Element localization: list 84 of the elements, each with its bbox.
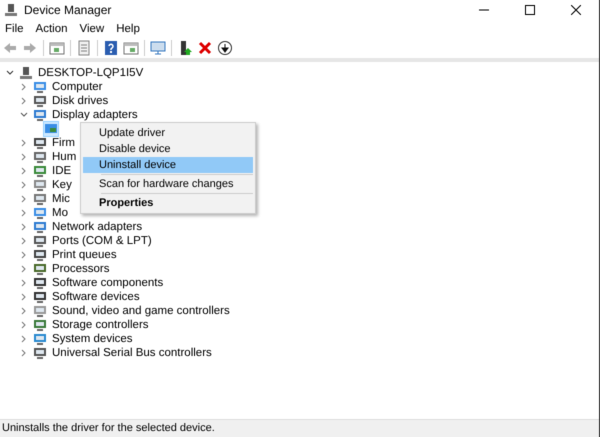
menu-item[interactable]: Update driver bbox=[83, 125, 253, 141]
expand-chevron-icon[interactable] bbox=[20, 349, 28, 357]
menu-item[interactable]: Scan for hardware changes bbox=[83, 176, 253, 192]
device-icon bbox=[33, 276, 47, 290]
device-manager-icon bbox=[4, 3, 18, 17]
menu-item[interactable]: File bbox=[5, 23, 24, 35]
computer-icon bbox=[19, 66, 33, 80]
tree-item[interactable]: Software components bbox=[52, 276, 164, 290]
tree-item[interactable]: IDE bbox=[52, 164, 72, 178]
tree-item[interactable]: Ports (COM & LPT) bbox=[52, 234, 152, 248]
status-bar: Uninstalls the driver for the selected device. bbox=[0, 419, 599, 437]
tree-item[interactable]: Storage controllers bbox=[52, 318, 149, 332]
expand-chevron-icon[interactable] bbox=[20, 195, 28, 203]
monitor-icon[interactable] bbox=[150, 40, 166, 56]
expand-chevron-icon[interactable] bbox=[20, 279, 28, 287]
device-icon bbox=[33, 150, 47, 164]
tree-item[interactable]: Software devices bbox=[52, 290, 140, 304]
tree-item[interactable]: Network adapters bbox=[52, 220, 142, 234]
expand-chevron-icon[interactable] bbox=[20, 265, 28, 273]
tree-item[interactable]: Universal Serial Bus controllers bbox=[52, 346, 212, 360]
window-icon[interactable] bbox=[123, 40, 139, 56]
tree-item[interactable]: Computer bbox=[52, 80, 102, 94]
menu-item[interactable]: Help bbox=[116, 23, 140, 35]
device-icon bbox=[33, 80, 47, 94]
tree-item[interactable]: System devices bbox=[52, 332, 133, 346]
expand-chevron-icon[interactable] bbox=[20, 97, 28, 105]
expand-chevron-icon[interactable] bbox=[20, 321, 28, 329]
tree-item[interactable]: Print queues bbox=[52, 248, 117, 262]
tree-item[interactable]: Hum bbox=[52, 150, 76, 164]
tree-item[interactable]: DESKTOP-LQP1I5V bbox=[38, 66, 144, 80]
close-icon bbox=[571, 5, 581, 15]
window-icon[interactable] bbox=[49, 40, 65, 56]
close-icon[interactable] bbox=[197, 40, 213, 56]
collapse-chevron-icon[interactable] bbox=[20, 111, 28, 119]
tree-item[interactable]: Firm bbox=[52, 136, 75, 150]
expand-chevron-icon[interactable] bbox=[20, 153, 28, 161]
menu-item[interactable]: Uninstall device bbox=[83, 157, 253, 173]
tree-item[interactable]: Sound, video and game controllers bbox=[52, 304, 230, 318]
expand-chevron-icon[interactable] bbox=[20, 83, 28, 91]
device-icon bbox=[33, 290, 47, 304]
device-icon bbox=[33, 94, 47, 108]
tree-item[interactable]: Processors bbox=[52, 262, 110, 276]
device-icon bbox=[33, 192, 47, 206]
forward-icon[interactable] bbox=[22, 40, 38, 56]
expand-chevron-icon[interactable] bbox=[20, 307, 28, 315]
document-icon[interactable] bbox=[76, 40, 92, 56]
device-icon bbox=[33, 164, 47, 178]
tree-item[interactable]: Mo bbox=[52, 206, 68, 220]
device-icon bbox=[33, 346, 47, 360]
menu-item[interactable]: Action bbox=[36, 23, 68, 35]
expand-chevron-icon[interactable] bbox=[20, 251, 28, 259]
expand-chevron-icon[interactable] bbox=[20, 181, 28, 189]
device-icon bbox=[33, 332, 47, 346]
back-icon[interactable] bbox=[2, 40, 18, 56]
device-icon bbox=[33, 220, 47, 234]
expand-chevron-icon[interactable] bbox=[20, 223, 28, 231]
device-icon bbox=[33, 248, 47, 262]
device-icon bbox=[33, 234, 47, 248]
expand-chevron-icon[interactable] bbox=[20, 335, 28, 343]
tree-item[interactable]: Key bbox=[52, 178, 72, 192]
menu-item[interactable]: Properties bbox=[83, 195, 253, 211]
expand-chevron-icon[interactable] bbox=[20, 293, 28, 301]
tree-item[interactable]: Mic bbox=[52, 192, 70, 206]
device-icon bbox=[33, 108, 47, 122]
device-icon bbox=[33, 262, 47, 276]
tree-item[interactable]: Disk drives bbox=[52, 94, 108, 108]
device-icon bbox=[33, 206, 47, 220]
device-icon bbox=[33, 318, 47, 332]
device-icon bbox=[33, 136, 47, 150]
tree-item[interactable]: Display adapters bbox=[52, 108, 138, 122]
menu-item[interactable]: View bbox=[80, 23, 104, 35]
maximize-icon bbox=[525, 5, 535, 15]
expand-chevron-icon[interactable] bbox=[20, 209, 28, 217]
menu-item[interactable]: Disable device bbox=[83, 141, 253, 157]
expand-chevron-icon[interactable] bbox=[20, 237, 28, 245]
help-icon[interactable] bbox=[103, 40, 119, 56]
expand-chevron-icon[interactable] bbox=[20, 167, 28, 175]
display-adapter-icon[interactable] bbox=[44, 122, 58, 136]
device-icon bbox=[33, 304, 47, 318]
window-title: Device Manager bbox=[24, 3, 112, 17]
device-icon bbox=[33, 178, 47, 192]
collapse-chevron-icon[interactable] bbox=[6, 69, 14, 77]
download-icon[interactable] bbox=[217, 40, 233, 56]
expand-chevron-icon[interactable] bbox=[20, 139, 28, 147]
